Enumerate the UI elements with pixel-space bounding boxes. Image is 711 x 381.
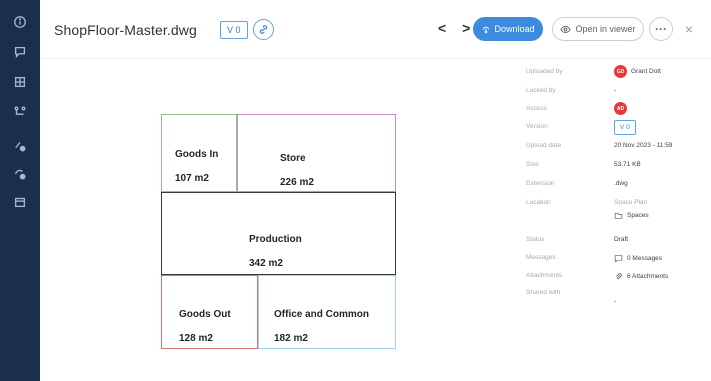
room-name: Goods In	[175, 149, 219, 160]
room-area: 128 m2	[179, 333, 213, 344]
info-row-messages: Messages 0 Messages	[526, 254, 711, 270]
room-area: 226 m2	[280, 177, 314, 188]
extension-value: .dwg	[614, 180, 628, 187]
file-preview-window: ShopFloor-Master.dwg V 0 < > Download Op…	[0, 0, 711, 381]
room-area: 342 m2	[249, 258, 283, 269]
file-navigation-arrows[interactable]: < >	[438, 20, 476, 36]
link-button[interactable]	[253, 19, 274, 40]
uploader-name: Grant Dott	[631, 68, 661, 75]
room-area: 182 m2	[274, 333, 308, 344]
info-key: Location	[526, 199, 551, 206]
info-row-access: Access AD	[526, 102, 711, 121]
info-row-size: Size 53.71 KB	[526, 161, 711, 177]
calendar-icon[interactable]	[12, 194, 28, 210]
settings-alt-icon[interactable]	[12, 166, 28, 182]
upload-date-value: 20 Nov 2023 - 11:59	[614, 142, 673, 149]
room-area: 107 m2	[175, 173, 209, 184]
paperclip-icon	[615, 273, 622, 280]
info-key: Shared with	[526, 289, 561, 296]
info-row-version: Version V 0	[526, 120, 711, 139]
close-icon[interactable]: ×	[681, 21, 697, 37]
folder-icon	[614, 212, 623, 219]
open-in-viewer-label: Open in viewer	[575, 24, 636, 34]
avatar[interactable]: AD	[614, 102, 627, 115]
header: ShopFloor-Master.dwg V 0 < > Download Op…	[40, 0, 711, 60]
info-row-location: Location Space Plan Spaces	[526, 199, 711, 229]
info-row-extension: Extension .dwg	[526, 180, 711, 196]
location-value: Space Plan	[614, 199, 648, 206]
settings-icon[interactable]	[12, 138, 28, 154]
room-name: Goods Out	[179, 309, 231, 320]
version-tag[interactable]: V 0	[220, 21, 248, 39]
room-store: Store 226 m2	[237, 114, 396, 192]
message-icon	[614, 255, 623, 263]
version-badge[interactable]: V 0	[614, 120, 636, 135]
room-production: Production 342 m2	[161, 192, 396, 275]
info-key: Status	[526, 236, 545, 243]
size-value: 53.71 KB	[614, 161, 641, 168]
header-divider	[40, 58, 711, 59]
locked-by-value: -	[614, 87, 617, 94]
link-icon	[259, 25, 268, 34]
info-row-attachments: Attachments 6 Attachments	[526, 272, 711, 288]
messages-value: 0 Messages	[627, 255, 663, 262]
info-key: Messages	[526, 254, 556, 261]
avatar[interactable]: GD	[614, 65, 627, 78]
info-key: Upload date	[526, 142, 562, 149]
info-row-locked-by: Locked by -	[526, 87, 711, 103]
status-value: Draft	[614, 236, 629, 243]
info-row-shared-with: Shared with -	[526, 289, 711, 305]
info-key: Uploaded by	[526, 68, 563, 75]
eye-icon	[560, 25, 572, 33]
room-goods-in: Goods In 107 m2	[161, 114, 237, 192]
room-name: Office and Common	[274, 309, 370, 320]
left-sidebar	[0, 0, 40, 381]
download-button[interactable]: Download	[473, 17, 543, 41]
info-key: Locked by	[526, 87, 556, 94]
info-key: Extension	[526, 180, 555, 187]
info-row-status: Status Draft	[526, 236, 711, 252]
info-key: Version	[526, 123, 548, 130]
location-sub-value: Spaces	[627, 212, 649, 219]
info-key: Attachments	[526, 272, 563, 279]
comment-icon[interactable]	[12, 44, 28, 60]
room-goods-out: Goods Out 128 m2	[161, 275, 258, 349]
attachments-value: 6 Attachments	[627, 273, 669, 280]
grid-icon[interactable]	[12, 74, 28, 90]
flow-icon[interactable]	[12, 104, 28, 120]
more-options-button[interactable]: ···	[649, 17, 673, 41]
info-row-upload-date: Upload date 20 Nov 2023 - 11:59	[526, 142, 711, 158]
shared-with-value: -	[614, 298, 617, 305]
info-icon[interactable]	[12, 14, 28, 30]
room-name: Production	[249, 234, 302, 245]
info-key: Size	[526, 161, 539, 168]
room-name: Store	[280, 153, 306, 164]
download-icon	[483, 26, 490, 34]
info-key: Access	[526, 105, 547, 112]
info-row-uploaded-by: Uploaded by GD Grant Dott	[526, 65, 711, 84]
room-office-and-common: Office and Common 182 m2	[258, 275, 396, 349]
file-name: ShopFloor-Master.dwg	[54, 22, 197, 38]
open-in-viewer-button[interactable]: Open in viewer	[552, 17, 644, 41]
download-label: Download	[494, 24, 535, 34]
